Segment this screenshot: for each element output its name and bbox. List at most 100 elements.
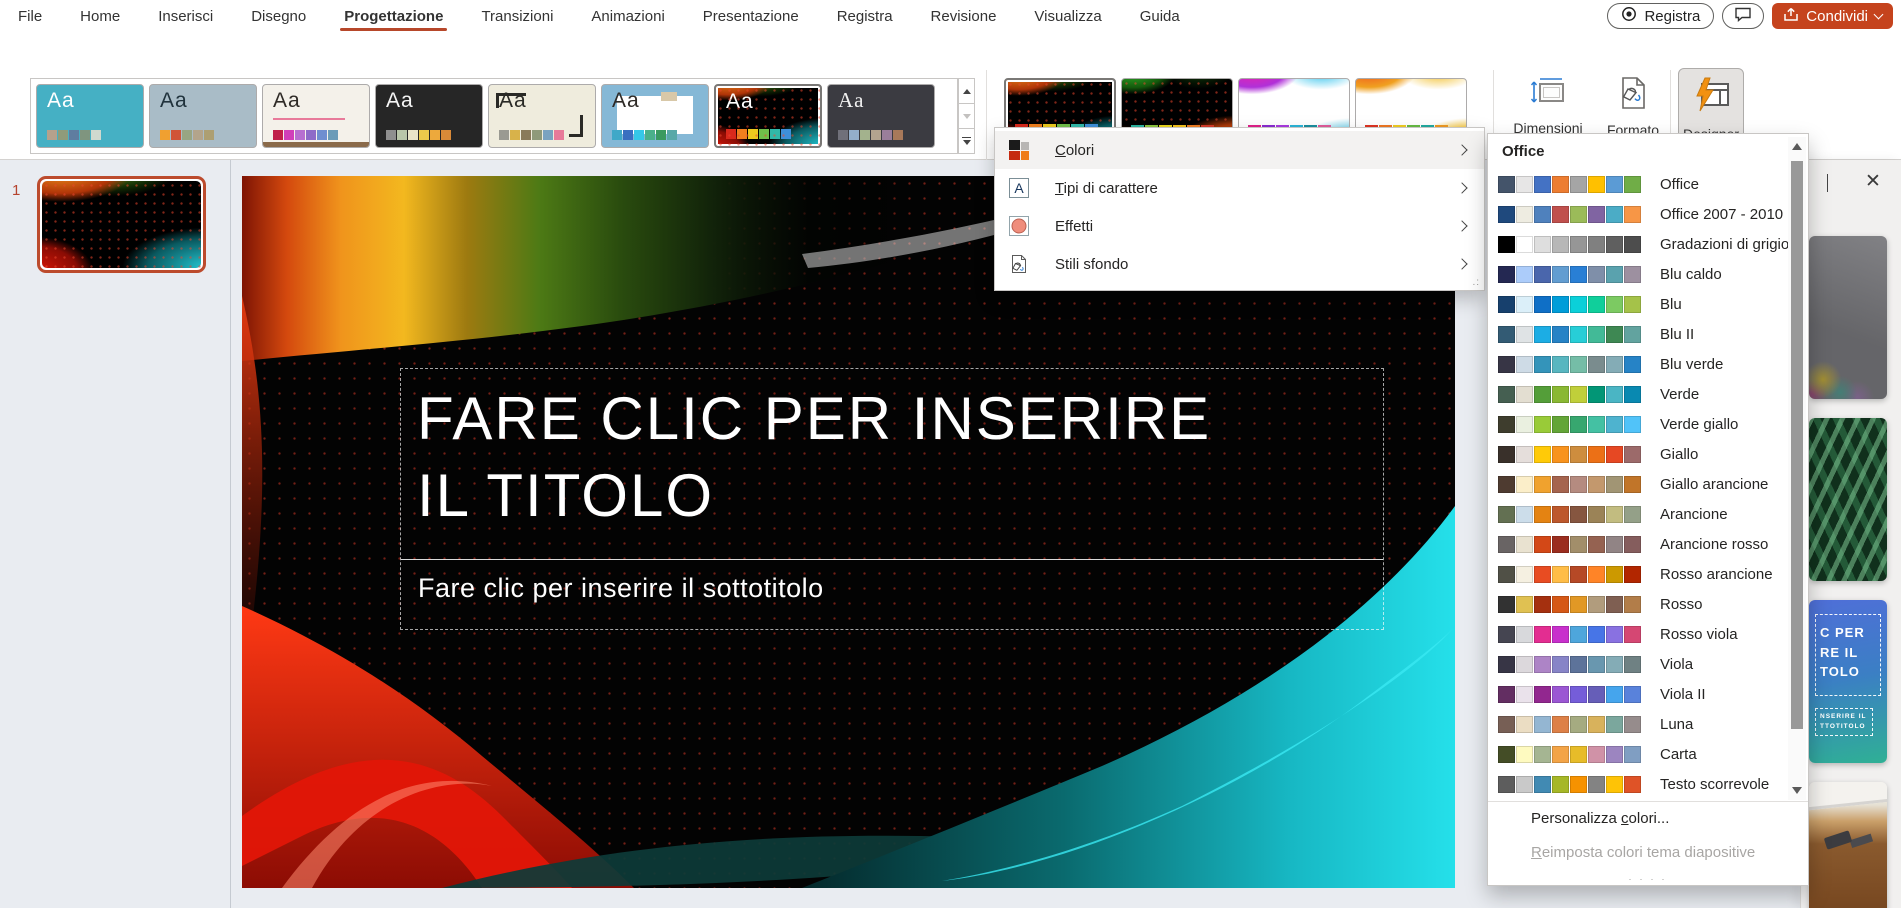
theme-thumbnail[interactable]: Aa bbox=[149, 84, 257, 148]
slide-thumbnail[interactable] bbox=[37, 176, 206, 273]
tab-disegno[interactable]: Disegno bbox=[249, 2, 308, 31]
color-swatch bbox=[1498, 416, 1515, 433]
color-swatch bbox=[1516, 656, 1533, 673]
color-swatch bbox=[1624, 686, 1641, 703]
color-scheme-row[interactable]: Office bbox=[1488, 169, 1788, 199]
record-button[interactable]: Registra bbox=[1607, 3, 1714, 29]
designer-suggestion-thumbnail[interactable]: C PERRE ILTOLONSERIRE ILTTOTITOLO bbox=[1809, 600, 1887, 763]
tab-animazioni[interactable]: Animazioni bbox=[589, 2, 666, 31]
menu-item-colori[interactable]: Colori bbox=[995, 131, 1484, 169]
comments-button[interactable] bbox=[1722, 3, 1764, 29]
menu-item-stili-sfondo[interactable]: Stili sfondo bbox=[995, 245, 1484, 283]
colors-submenu: Office OfficeOffice 2007 - 2010Gradazion… bbox=[1487, 133, 1809, 886]
color-scheme-row[interactable]: Verde giallo bbox=[1488, 409, 1788, 439]
color-swatch bbox=[284, 130, 294, 140]
title-placeholder[interactable]: FARE CLIC PER INSERIREIL TITOLO Fare cli… bbox=[400, 368, 1384, 630]
color-swatch bbox=[1606, 506, 1623, 523]
theme-thumbnail[interactable]: Aa bbox=[827, 84, 935, 148]
theme-thumbnail[interactable]: Aa bbox=[262, 84, 370, 148]
menu-item-label: Colori bbox=[1055, 142, 1094, 159]
theme-aa-label: Aa bbox=[838, 90, 865, 111]
tab-visualizza[interactable]: Visualizza bbox=[1032, 2, 1103, 31]
color-scheme-row[interactable]: Viola II bbox=[1488, 679, 1788, 709]
tab-home[interactable]: Home bbox=[78, 2, 122, 31]
color-scheme-row[interactable]: Luna bbox=[1488, 709, 1788, 739]
menu-item-tipi-di-carattere[interactable]: ATipi di carattere bbox=[995, 169, 1484, 207]
color-swatch bbox=[781, 129, 791, 139]
themes-gallery: AaAaAaAaAaAaAaAa bbox=[30, 78, 958, 154]
themes-more-button[interactable] bbox=[958, 129, 975, 154]
panel-divider[interactable] bbox=[230, 160, 231, 908]
theme-thumbnail[interactable]: Aa bbox=[36, 84, 144, 148]
color-scheme-row[interactable]: Rosso bbox=[1488, 589, 1788, 619]
color-scheme-row[interactable]: Office 2007 - 2010 bbox=[1488, 199, 1788, 229]
color-scheme-row[interactable]: Blu bbox=[1488, 289, 1788, 319]
color-scheme-row[interactable]: Verde bbox=[1488, 379, 1788, 409]
color-swatch bbox=[1498, 356, 1515, 373]
designer-suggestion-thumbnail[interactable] bbox=[1809, 236, 1887, 399]
theme-thumbnail[interactable]: Aa bbox=[488, 84, 596, 148]
tab-guida[interactable]: Guida bbox=[1138, 2, 1182, 31]
pane-collapse-button[interactable] bbox=[1827, 174, 1828, 192]
pane-close-button[interactable]: ✕ bbox=[1865, 172, 1881, 191]
color-swatch bbox=[1498, 206, 1515, 223]
color-scheme-row[interactable]: Rosso arancione bbox=[1488, 559, 1788, 589]
color-swatch bbox=[1606, 236, 1623, 253]
tab-presentazione[interactable]: Presentazione bbox=[701, 2, 801, 31]
color-swatch bbox=[1588, 206, 1605, 223]
triangle-down-icon bbox=[963, 114, 971, 119]
color-swatch bbox=[1570, 626, 1587, 643]
slide-subtitle-text[interactable]: Fare clic per inserire il sottotitolo bbox=[418, 573, 824, 604]
color-scheme-row[interactable]: Giallo bbox=[1488, 439, 1788, 469]
tab-transizioni[interactable]: Transizioni bbox=[479, 2, 555, 31]
tab-file[interactable]: File bbox=[16, 2, 44, 31]
color-scheme-row[interactable]: Blu II bbox=[1488, 319, 1788, 349]
color-scheme-row[interactable]: Testo scorrevole bbox=[1488, 769, 1788, 799]
color-scheme-row[interactable]: Gradazioni di grigio bbox=[1488, 229, 1788, 259]
menu-item-effetti[interactable]: Effetti bbox=[995, 207, 1484, 245]
color-scheme-row[interactable]: Giallo arancione bbox=[1488, 469, 1788, 499]
color-scheme-row[interactable]: Blu verde bbox=[1488, 349, 1788, 379]
color-swatch bbox=[69, 130, 79, 140]
scheme-name: Office 2007 - 2010 bbox=[1660, 206, 1783, 223]
color-swatch bbox=[58, 130, 68, 140]
color-scheme-row[interactable]: Viola bbox=[1488, 649, 1788, 679]
tab-revisione[interactable]: Revisione bbox=[929, 2, 999, 31]
scrollbar-thumb[interactable] bbox=[1791, 161, 1803, 729]
submenu-resize-grip[interactable]: . . . . bbox=[1488, 872, 1808, 882]
tab-progettazione[interactable]: Progettazione bbox=[342, 2, 445, 31]
theme-thumbnail[interactable]: Aa bbox=[375, 84, 483, 148]
designer-suggestion-thumbnail[interactable] bbox=[1809, 782, 1887, 908]
color-swatch bbox=[1516, 206, 1533, 223]
color-swatch bbox=[1588, 566, 1605, 583]
theme-thumbnail[interactable]: Aa bbox=[714, 84, 822, 148]
color-swatch bbox=[47, 130, 57, 140]
theme-thumbnail[interactable]: Aa bbox=[601, 84, 709, 148]
share-button[interactable]: Condividi bbox=[1772, 3, 1893, 29]
color-swatch bbox=[1498, 176, 1515, 193]
color-swatch bbox=[1534, 476, 1551, 493]
scheme-swatches bbox=[1498, 476, 1641, 493]
color-scheme-row[interactable]: Blu caldo bbox=[1488, 259, 1788, 289]
tab-registra[interactable]: Registra bbox=[835, 2, 895, 31]
color-scheme-row[interactable]: Arancione rosso bbox=[1488, 529, 1788, 559]
tab-inserisci[interactable]: Inserisci bbox=[156, 2, 215, 31]
themes-scroll-up-button[interactable] bbox=[958, 78, 975, 104]
triangle-down-icon bbox=[963, 140, 971, 145]
color-scheme-row[interactable]: Arancione bbox=[1488, 499, 1788, 529]
scroll-down-icon[interactable] bbox=[1792, 787, 1802, 794]
color-scheme-row[interactable]: Rosso viola bbox=[1488, 619, 1788, 649]
color-swatch bbox=[1516, 236, 1533, 253]
color-swatch bbox=[193, 130, 203, 140]
themes-scroll-down-button[interactable] bbox=[958, 104, 975, 129]
customize-colors-item[interactable]: Personalizza colori... bbox=[1531, 810, 1669, 827]
theme-color-swatches bbox=[273, 130, 338, 140]
color-swatch bbox=[1570, 686, 1587, 703]
designer-suggestion-thumbnail[interactable] bbox=[1809, 418, 1887, 581]
scroll-up-icon[interactable] bbox=[1792, 143, 1802, 150]
title-subtitle-divider bbox=[401, 559, 1383, 560]
menu-resize-grip[interactable]: .: bbox=[1472, 277, 1480, 288]
color-swatch bbox=[1534, 446, 1551, 463]
color-scheme-row[interactable]: Carta bbox=[1488, 739, 1788, 769]
submenu-scrollbar[interactable] bbox=[1788, 137, 1806, 800]
